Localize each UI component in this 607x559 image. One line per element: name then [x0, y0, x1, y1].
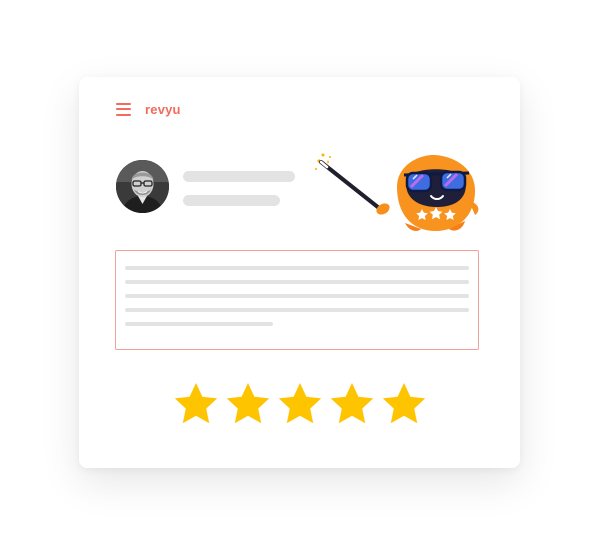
- header-bar: revyu: [116, 99, 181, 119]
- review-card: revyu: [79, 77, 520, 468]
- hamburger-menu-icon[interactable]: [116, 102, 131, 116]
- user-photo: [116, 160, 169, 213]
- star-icon[interactable]: [380, 380, 428, 428]
- text-line-placeholder: [125, 294, 469, 298]
- star-rating[interactable]: [172, 380, 428, 430]
- mascot-with-wand-icon: [315, 153, 479, 231]
- star-icon[interactable]: [172, 380, 220, 428]
- avatar: [116, 160, 169, 213]
- reviewer-subtitle-placeholder: [183, 195, 280, 206]
- star-icon[interactable]: [224, 380, 272, 428]
- text-line-placeholder: [125, 266, 469, 270]
- mascot-illustration: [309, 149, 489, 239]
- review-text-box[interactable]: [115, 250, 479, 350]
- star-icon[interactable]: [276, 380, 324, 428]
- text-line-placeholder: [125, 322, 273, 326]
- star-icon[interactable]: [328, 380, 376, 428]
- text-line-placeholder: [125, 308, 469, 312]
- brand-logo[interactable]: revyu: [145, 102, 181, 117]
- text-line-placeholder: [125, 280, 469, 284]
- reviewer-name-placeholder: [183, 171, 295, 182]
